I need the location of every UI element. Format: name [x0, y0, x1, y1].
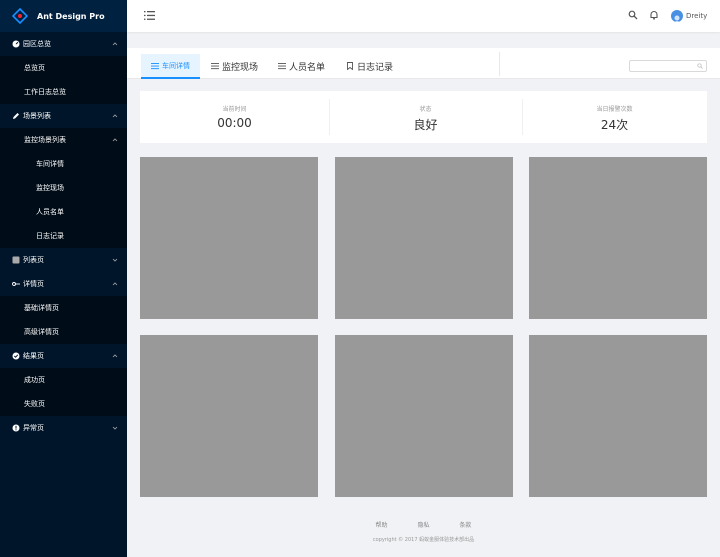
profile-icon [12, 280, 20, 288]
table-icon [12, 256, 20, 264]
sidebar-item-list-page[interactable]: 列表页 [0, 248, 127, 272]
dashboard-icon [12, 40, 20, 48]
chevron-up-icon [112, 42, 118, 46]
sidebar-item-label: 失败页 [24, 400, 45, 408]
warning-icon [12, 424, 20, 432]
camera-tile[interactable] [529, 335, 707, 497]
chevron-down-icon [112, 426, 118, 430]
sidebar-item-label: 场景列表 [23, 112, 51, 120]
camera-tile[interactable] [529, 157, 707, 319]
sidebar-item-label: 高级详情页 [24, 328, 59, 336]
sidebar: Ant Design Pro 园区总览 总览页 工作日志总览 场景列表 监控场景… [0, 0, 127, 557]
copyright: copyright © 2017 蚂蚁金服体验技术部出品 [372, 537, 475, 543]
avatar[interactable] [671, 10, 683, 22]
sidebar-item-advanced-profile[interactable]: 高级详情页 [0, 320, 127, 344]
stat-label: 当前时间 [222, 106, 247, 113]
tab-label: 车间详情 [162, 62, 190, 70]
sidebar-item-success[interactable]: 成功页 [0, 368, 127, 392]
username[interactable]: Dreity [686, 12, 707, 20]
camera-tile[interactable] [140, 157, 318, 319]
footer-links: 帮助 隐私 条款 [127, 520, 720, 529]
sidebar-item-label: 车间详情 [36, 160, 64, 168]
chevron-up-icon [112, 354, 118, 358]
ant-design-logo-icon [11, 7, 29, 25]
sidebar-item-label: 成功页 [24, 376, 45, 384]
check-circle-icon [12, 352, 20, 360]
stat-status: 状态 良好 [329, 91, 522, 143]
sidebar-item-label: 工作日志总览 [24, 88, 66, 96]
stat-value: 00:00 [217, 116, 252, 130]
sidebar-item-label: 详情页 [23, 280, 44, 288]
sidebar-item-label: 园区总览 [23, 40, 51, 48]
search-icon[interactable] [628, 10, 638, 20]
menu-icon [151, 63, 159, 70]
sidebar-item-result-page[interactable]: 结果页 [0, 344, 127, 368]
sidebar-item-exception-page[interactable]: 异常页 [0, 416, 127, 440]
chevron-up-icon [112, 114, 118, 118]
sidebar-item-basic-profile[interactable]: 基础详情页 [0, 296, 127, 320]
tab-search-input[interactable] [629, 60, 707, 72]
sidebar-item-label: 日志记录 [36, 232, 64, 240]
sidebar-item-label: 基础详情页 [24, 304, 59, 312]
sidebar-item-label: 列表页 [23, 256, 44, 264]
stats-panel: 当前时间 00:00 状态 良好 当日报警次数 24次 [140, 91, 707, 143]
sidebar-item-workshop-detail[interactable]: 车间详情 [0, 152, 127, 176]
tab-label: 监控现场 [222, 62, 259, 73]
search-icon [697, 63, 703, 69]
chevron-up-icon [112, 282, 118, 286]
footer-link-terms[interactable]: 条款 [459, 522, 471, 529]
logo[interactable]: Ant Design Pro [0, 0, 127, 32]
tab-monitor-site[interactable]: 监控现场 [211, 54, 258, 78]
bell-icon[interactable] [649, 10, 659, 20]
stat-value: 良好 [413, 118, 438, 132]
camera-tile[interactable] [335, 157, 513, 319]
app-title: Ant Design Pro [37, 11, 105, 21]
menu-fold-icon[interactable] [144, 10, 155, 21]
stat-value: 24次 [600, 118, 629, 132]
stat-label: 状态 [419, 106, 432, 113]
camera-tile[interactable] [335, 335, 513, 497]
bookmark-icon [347, 62, 353, 70]
sidebar-item-profile-page[interactable]: 详情页 [0, 272, 127, 296]
edit-icon [12, 112, 20, 120]
sidebar-item-label: 人员名单 [36, 208, 64, 216]
sidebar-item-scene-list[interactable]: 场景列表 [0, 104, 127, 128]
tab-label: 人员名单 [289, 62, 326, 73]
tab-bar: 车间详情 监控现场 人员名单 日志记录 [127, 48, 720, 79]
stat-current-time: 当前时间 00:00 [140, 91, 329, 143]
camera-tile[interactable] [140, 335, 318, 497]
stat-label: 当日报警次数 [596, 106, 633, 113]
sidebar-item-park-overview[interactable]: 园区总览 [0, 32, 127, 56]
chevron-down-icon [112, 258, 118, 262]
menu-icon [278, 63, 286, 70]
tab-log-records[interactable]: 日志记录 [346, 54, 393, 78]
sidebar-item-label: 监控场景列表 [24, 136, 66, 144]
chevron-up-icon [112, 138, 118, 142]
sidebar-item-monitor-scene-list[interactable]: 监控场景列表 [0, 128, 127, 152]
sidebar-item-label: 总览页 [24, 64, 45, 72]
tab-divider [499, 52, 500, 76]
menu-icon [211, 63, 219, 70]
sidebar-item-fail[interactable]: 失败页 [0, 392, 127, 416]
sidebar-item-log-records[interactable]: 日志记录 [0, 224, 127, 248]
sidebar-item-staff-list[interactable]: 人员名单 [0, 200, 127, 224]
footer-link-privacy[interactable]: 隐私 [417, 522, 429, 529]
global-header: Dreity [127, 0, 720, 32]
tab-workshop-detail[interactable]: 车间详情 [141, 54, 200, 79]
sidebar-item-label: 结果页 [23, 352, 44, 360]
sidebar-item-worklog-overview[interactable]: 工作日志总览 [0, 80, 127, 104]
stat-alarm-count: 当日报警次数 24次 [522, 91, 707, 143]
tab-label: 日志记录 [357, 62, 394, 73]
sidebar-item-monitor-site[interactable]: 监控现场 [0, 176, 127, 200]
footer-link-help[interactable]: 帮助 [376, 522, 388, 529]
tab-staff-list[interactable]: 人员名单 [278, 54, 325, 78]
sidebar-item-overview[interactable]: 总览页 [0, 56, 127, 80]
sidebar-item-label: 监控现场 [36, 184, 64, 192]
sidebar-item-label: 异常页 [23, 424, 44, 432]
